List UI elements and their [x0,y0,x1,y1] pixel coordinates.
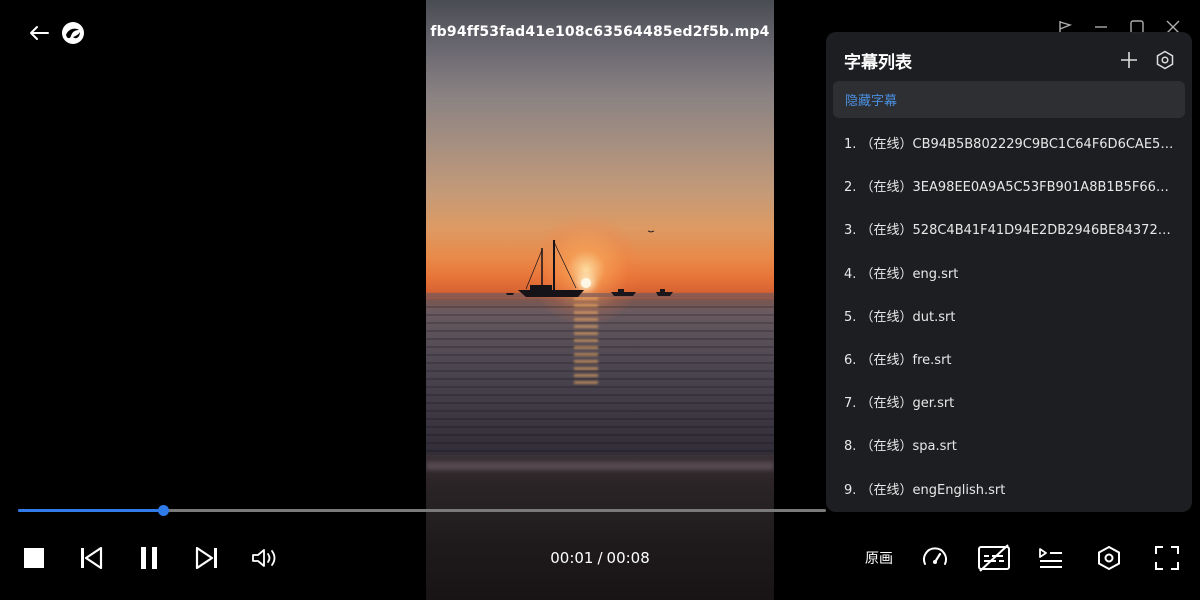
subtitle-item[interactable]: 8. （在线）spa.srt [826,423,1192,466]
subtitle-item-label: 4. （在线）eng.srt [844,266,959,282]
settings-button[interactable] [1095,544,1123,572]
pause-button[interactable] [135,544,163,572]
video-filename: fb94ff53fad41e108c63564485ed2f5b.mp4 [430,24,770,40]
settings-hex-icon [1098,545,1120,571]
time-display: 00:01/00:08 [426,549,774,567]
subtitle-item[interactable]: 1. （在线）CB94B5B802229C9BC1C64F6D6CAE5B... [826,121,1192,164]
volume-button[interactable] [251,544,279,572]
speed-gauge-icon [923,547,947,565]
subtitle-item[interactable]: 7. （在线）ger.srt [826,380,1192,423]
subtitle-item[interactable]: 6. （在线）fre.srt [826,337,1192,380]
subtitle-settings-button[interactable] [1154,49,1176,71]
stop-button[interactable] [20,544,48,572]
pause-icon [141,547,157,569]
quality-button[interactable]: 原画 [862,544,896,572]
stop-icon [24,548,44,568]
settings-hex-icon [1156,50,1174,70]
playlist-icon [1039,548,1062,568]
subtitle-off-icon [978,544,1010,572]
next-icon [195,547,217,569]
progress-fill [18,509,164,512]
time-separator: / [597,549,603,567]
subtitle-toggle-button[interactable] [977,544,1011,572]
hide-subtitles-option[interactable]: 隐藏字幕 [833,81,1185,118]
previous-button[interactable] [77,544,105,572]
progress-knob[interactable] [158,505,170,516]
subtitle-item[interactable]: 5. （在线）dut.srt [826,294,1192,337]
add-subtitle-button[interactable] [1118,49,1140,71]
subtitle-panel-title: 字幕列表 [844,52,912,73]
fullscreen-icon [1155,546,1179,570]
speed-button[interactable] [921,544,949,572]
subtitle-panel: 字幕列表 隐藏字幕 1. （在线）CB94B5B802229C9BC1C64F6… [826,32,1192,512]
progress-track[interactable] [18,505,826,516]
next-button[interactable] [193,544,221,572]
quality-label: 原画 [865,551,893,567]
subtitle-item-label: 6. （在线）fre.srt [844,353,952,369]
subtitle-item-label: 8. （在线）spa.srt [844,439,957,455]
subtitle-item-label: 1. （在线）CB94B5B802229C9BC1C64F6D6CAE5B... [844,137,1176,153]
total-time: 00:08 [606,549,650,567]
subtitle-item[interactable]: 3. （在线）528C4B41F41D94E2DB2946BE84372E... [826,207,1192,250]
current-time: 00:01 [550,549,594,567]
playlist-button[interactable] [1037,544,1065,572]
subtitle-item-label: 5. （在线）dut.srt [844,309,956,325]
back-button[interactable] [26,20,52,46]
fullscreen-button[interactable] [1153,544,1181,572]
subtitle-item-label: 7. （在线）ger.srt [844,396,955,412]
previous-icon [81,547,103,569]
add-icon [1121,52,1137,68]
subtitle-item[interactable]: 2. （在线）3EA98EE0A9A5C53FB901A8B1B5F66B... [826,164,1192,207]
subtitle-item-label: 2. （在线）3EA98EE0A9A5C53FB901A8B1B5F66B... [844,180,1176,196]
subtitle-item-label: 3. （在线）528C4B41F41D94E2DB2946BE84372E... [844,223,1176,239]
back-arrow-icon [30,26,49,40]
app-logo-icon [62,22,84,44]
subtitle-item[interactable]: 4. （在线）eng.srt [826,251,1192,294]
subtitle-item[interactable]: 9. （在线）engEnglish.srt [826,467,1192,510]
subtitle-list: 1. （在线）CB94B5B802229C9BC1C64F6D6CAE5B...… [826,121,1192,510]
subtitle-panel-header: 字幕列表 [844,48,1176,73]
volume-icon [252,549,276,567]
subtitle-item-label: 9. （在线）engEnglish.srt [844,482,1006,498]
